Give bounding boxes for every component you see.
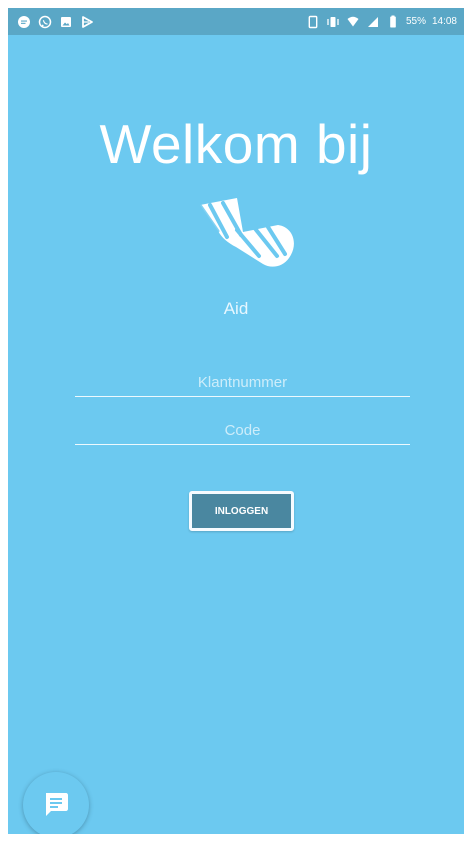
status-time: 14:08 [431,16,457,27]
signal-icon [367,16,378,27]
code-field [75,416,410,445]
message-icon [18,15,30,28]
battery-icon [390,15,396,27]
brand-name: Aid [223,299,249,318]
status-right-icons: 55% 14:08 [306,13,457,30]
app-screen: 55% 14:08 Welkom bij Aid INLOGGEN [8,8,464,834]
customer-number-field [75,368,410,397]
vibrate-icon [327,16,339,27]
sock-icon [198,198,294,267]
wifi-icon [347,16,359,26]
login-button[interactable]: INLOGGEN [189,491,294,531]
chat-button[interactable] [23,772,89,834]
phone-icon [308,15,318,28]
sock-logo [183,190,301,285]
status-bar: 55% 14:08 [8,8,464,35]
welcome-title: Welkom bij [99,113,373,175]
battery-percentage: 55% [405,16,426,27]
gallery-icon [61,16,71,27]
whatsapp-icon [38,15,52,28]
code-input[interactable] [75,416,410,444]
customer-number-input[interactable] [75,368,410,396]
status-left-icons [17,13,94,30]
chat-icon [46,793,68,816]
play-store-icon [82,15,93,28]
